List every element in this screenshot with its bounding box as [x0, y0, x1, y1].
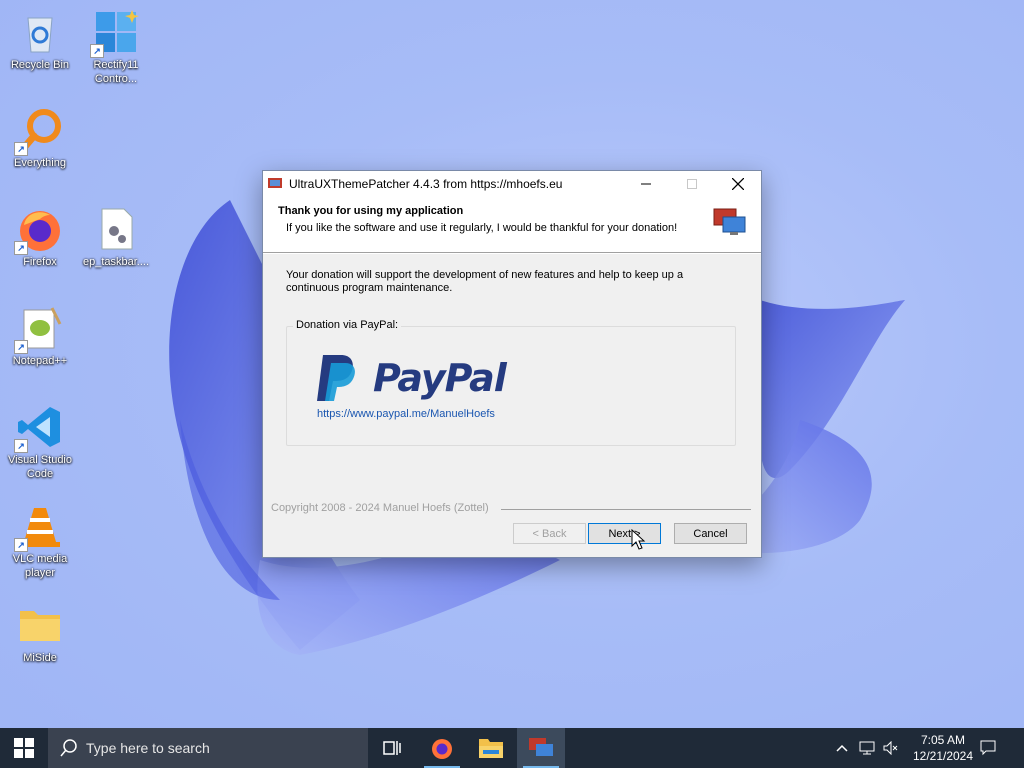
close-button[interactable] — [715, 171, 761, 196]
minimize-button[interactable] — [623, 171, 669, 196]
search-icon — [60, 739, 77, 757]
desktop-icon-rectify11[interactable]: ↗ Rectify11 Contro... — [76, 8, 156, 86]
desktop-icon-recycle-bin[interactable]: Recycle Bin — [0, 8, 80, 72]
back-button[interactable]: < Back — [513, 523, 586, 544]
network-button[interactable] — [855, 728, 879, 768]
desktop-icon-label: Rectify11 Contro... — [93, 59, 139, 85]
paypal-groupbox: Donation via PayPal: PayPal https://www.… — [286, 319, 736, 446]
desktop-icon-label: VLC media player — [12, 553, 68, 579]
minimize-icon — [641, 183, 651, 184]
desktop-icon-notepad-plus-plus[interactable]: ↗ Notepad++ — [0, 304, 80, 368]
volume-muted-icon — [883, 741, 898, 755]
start-button[interactable] — [0, 728, 48, 768]
paypal-link[interactable]: https://www.paypal.me/ManuelHoefs — [317, 408, 507, 420]
app-icon — [268, 177, 282, 188]
desktop-icon-label: ep_taskbar.... — [82, 256, 150, 268]
recycle-bin-icon — [27, 17, 53, 53]
firefox-icon — [432, 739, 452, 759]
next-button[interactable]: Next > — [588, 523, 661, 544]
desktop-icon-everything[interactable]: ↗ Everything — [0, 106, 80, 170]
notification-icon — [980, 740, 996, 756]
shortcut-arrow-icon: ↗ — [14, 241, 28, 255]
copyright-text: Copyright 2008 - 2024 Manuel Hoefs (Zott… — [271, 502, 489, 514]
maximize-button[interactable] — [669, 171, 715, 196]
settings-file-icon — [101, 208, 133, 250]
paypal-p-icon — [317, 355, 355, 401]
shortcut-arrow-icon: ↗ — [90, 44, 104, 58]
maximize-icon — [687, 178, 697, 189]
desktop-icon-miside[interactable]: MiSide — [0, 601, 80, 665]
clock-date: 12/21/2024 — [912, 749, 974, 763]
mouse-cursor-icon — [631, 529, 646, 550]
clock-time: 7:05 AM — [920, 733, 966, 747]
desktop-icon-vlc[interactable]: ↗ VLC media player — [0, 502, 80, 580]
shortcut-arrow-icon: ↗ — [14, 538, 28, 552]
title-bar[interactable]: UltraUXThemePatcher 4.4.3 from https://m… — [263, 171, 761, 196]
folder-icon — [20, 611, 60, 641]
task-view-button[interactable] — [368, 728, 416, 768]
patcher-dialog: UltraUXThemePatcher 4.4.3 from https://m… — [262, 170, 762, 558]
windows-logo-icon — [14, 738, 34, 758]
taskbar-search-box[interactable]: Type here to search — [48, 728, 368, 768]
taskbar-ultrauxthemepatcher[interactable] — [517, 728, 565, 768]
search-placeholder: Type here to search — [86, 740, 210, 756]
taskbar-clock[interactable]: 7:05 AM 12/21/2024 — [908, 732, 978, 764]
wizard-header: Thank you for using my application If yo… — [263, 196, 761, 253]
desktop-icon-label: Visual Studio Code — [7, 454, 72, 480]
notifications-button[interactable] — [976, 728, 1000, 768]
desktop-icon-firefox[interactable]: ↗ Firefox — [0, 205, 80, 269]
shortcut-arrow-icon: ↗ — [14, 142, 28, 156]
window-title: UltraUXThemePatcher 4.4.3 from https://m… — [289, 176, 563, 191]
taskbar-firefox[interactable] — [418, 728, 466, 768]
paypal-logo[interactable]: PayPal — [315, 351, 525, 405]
desktop-icon-ep-taskbar[interactable]: ep_taskbar.... — [76, 205, 156, 269]
desktop-icon-label: Firefox — [23, 256, 57, 268]
shortcut-arrow-icon: ↗ — [14, 439, 28, 453]
group-label: Donation via PayPal: — [293, 319, 402, 331]
taskbar: Type here to search 7:05 AM 12/21/2024 — [0, 728, 1024, 768]
footer-separator — [501, 509, 751, 510]
intro-text: Your donation will support the developme… — [286, 269, 684, 294]
task-view-icon — [383, 741, 401, 755]
cancel-button[interactable]: Cancel — [674, 523, 747, 544]
desktop-icon-label: MiSide — [23, 652, 57, 664]
patcher-icon — [529, 738, 553, 756]
shortcut-arrow-icon: ↗ — [14, 340, 28, 354]
taskbar-file-explorer[interactable] — [467, 728, 515, 768]
file-explorer-icon — [479, 739, 503, 758]
header-title: Thank you for using my application — [278, 205, 464, 217]
desktop-icon-vscode[interactable]: ↗ Visual Studio Code — [0, 403, 80, 481]
volume-button[interactable] — [879, 728, 903, 768]
paypal-wordmark: PayPal — [373, 356, 507, 400]
header-subtitle: If you like the software and use it regu… — [286, 222, 678, 234]
desktop-icon-label: Everything — [14, 157, 66, 169]
close-icon — [732, 177, 744, 190]
desktop-icon-label: Notepad++ — [12, 355, 68, 367]
show-hidden-icons-button[interactable] — [830, 728, 854, 768]
wizard-body: Your donation will support the developme… — [263, 253, 761, 557]
monitor-graphic-icon — [713, 208, 746, 235]
desktop-icon-label: Recycle Bin — [10, 59, 70, 71]
chevron-up-icon — [836, 744, 848, 752]
network-icon — [859, 741, 875, 755]
